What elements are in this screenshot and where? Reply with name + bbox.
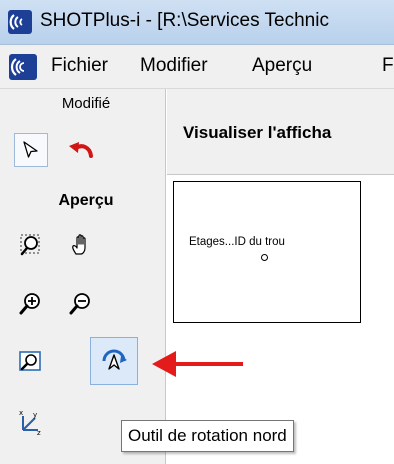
zoom-window-button[interactable] xyxy=(14,228,48,262)
section-label-modifie: Modifié xyxy=(61,95,111,112)
title-bar: SHOTPlus-i - [R:\Services Technic xyxy=(0,0,394,45)
arrow-pointer-icon xyxy=(23,141,38,158)
svg-text:y: y xyxy=(33,411,37,419)
preview-label: Etages...ID du trou xyxy=(189,236,285,248)
main-area: Visualiser l'afficha Etages...ID du trou xyxy=(167,89,394,464)
app-logo-icon xyxy=(8,10,32,34)
menu-apercu[interactable]: Aperçu xyxy=(252,55,312,77)
annotation-arrow-icon xyxy=(152,351,243,377)
display-preview-box[interactable]: Etages...ID du trou xyxy=(173,181,361,323)
menu-next[interactable]: F xyxy=(382,55,394,77)
app-menu-icon[interactable] xyxy=(8,53,38,81)
undo-arrow-icon xyxy=(69,142,93,158)
pan-button[interactable] xyxy=(64,228,98,262)
axis-rotation-button[interactable]: y z x xyxy=(14,405,48,439)
axis-rotation-icon: y z x xyxy=(19,409,41,436)
hand-icon xyxy=(72,234,86,255)
svg-text:z: z xyxy=(37,429,41,436)
tool-tooltip: Outil de rotation nord xyxy=(121,420,294,452)
zoom-in-icon xyxy=(19,293,40,315)
svg-text:x: x xyxy=(19,409,23,417)
zoom-extents-icon xyxy=(19,351,41,371)
view-title: Visualiser l'afficha xyxy=(183,123,332,142)
zoom-extents-button[interactable] xyxy=(14,345,48,379)
north-rotation-icon xyxy=(102,349,127,370)
view-header: Visualiser l'afficha xyxy=(167,89,394,175)
zoom-in-button[interactable] xyxy=(14,286,48,320)
tool-panel: Modifié Aperçu y z x xyxy=(0,89,166,464)
menu-modifier[interactable]: Modifier xyxy=(140,55,208,77)
zoom-out-button[interactable] xyxy=(64,286,98,320)
zoom-out-icon xyxy=(69,293,90,315)
menu-fichier[interactable]: Fichier xyxy=(51,55,108,77)
north-rotation-tool-button[interactable] xyxy=(90,337,138,385)
section-label-apercu: Aperçu xyxy=(58,192,114,209)
window-title: SHOTPlus-i - [R:\Services Technic xyxy=(40,10,329,31)
zoom-window-icon xyxy=(20,234,40,256)
select-tool-button[interactable] xyxy=(14,133,48,167)
anchor-point[interactable] xyxy=(261,254,268,261)
undo-button[interactable] xyxy=(64,133,98,167)
menu-bar: Fichier Modifier Aperçu F xyxy=(0,45,394,89)
